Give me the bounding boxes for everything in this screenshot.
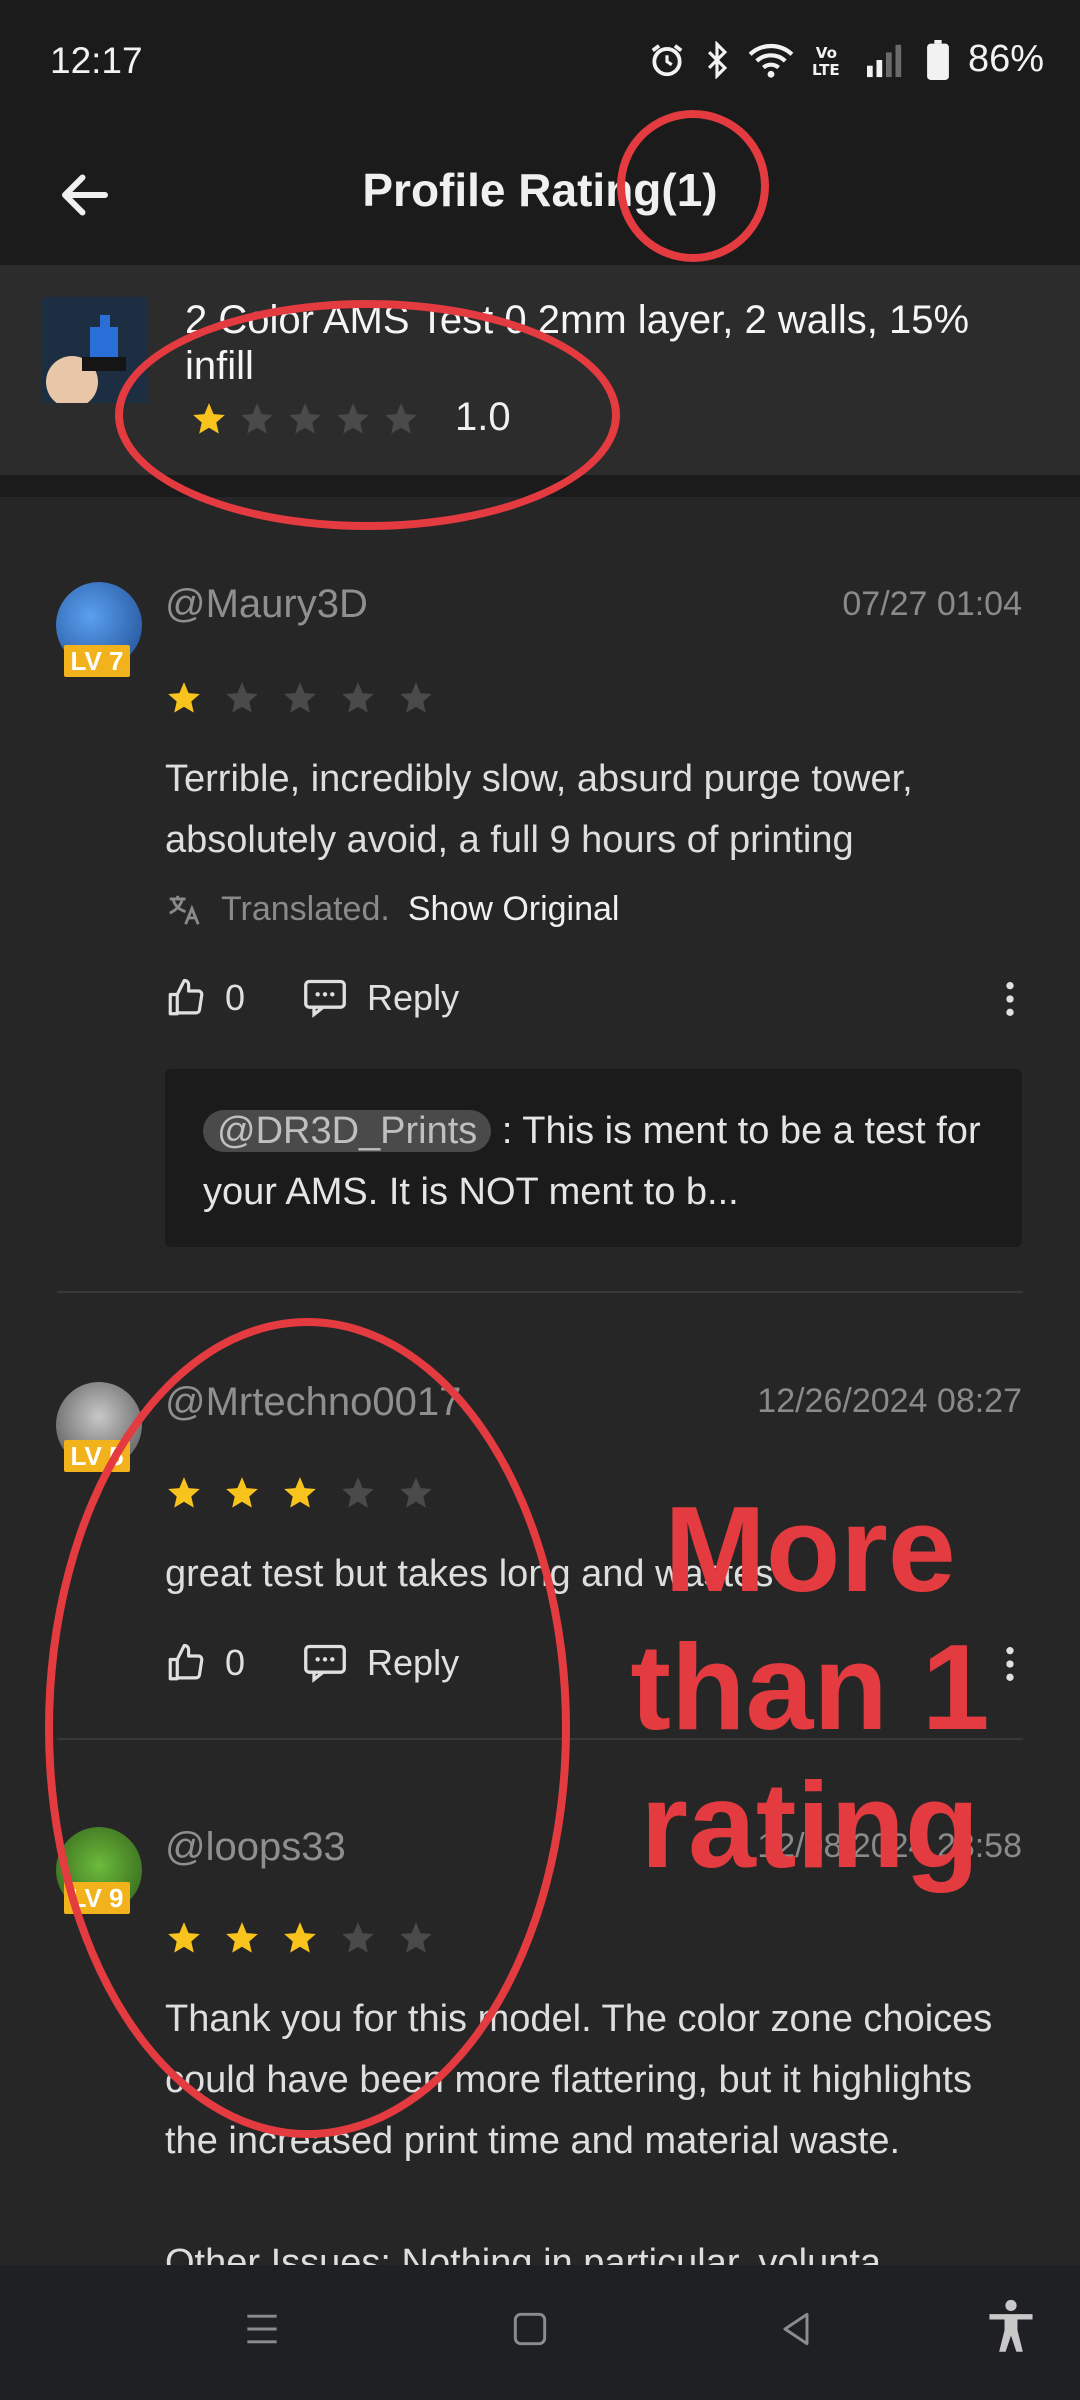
more-vertical-icon xyxy=(1006,982,1014,1016)
svg-text:LTE: LTE xyxy=(812,61,840,79)
wifi-icon xyxy=(748,43,794,78)
star-empty-icon xyxy=(226,682,258,713)
alarm-icon xyxy=(651,43,683,76)
volte-icon: VoLTE xyxy=(812,44,840,79)
triangle-back-icon xyxy=(783,2312,809,2346)
star-empty-icon xyxy=(342,682,374,713)
like-button[interactable]: 0 xyxy=(165,977,245,1019)
translated-label: Translated. xyxy=(221,890,390,928)
signal-icon xyxy=(866,44,902,77)
level-badge: LV 7 xyxy=(64,645,130,677)
star-empty-icon xyxy=(400,682,432,713)
reply-preview[interactable]: @DR3D_Prints : This is ment to be a test… xyxy=(165,1069,1022,1247)
translation-row: Translated. Show Original xyxy=(165,890,619,929)
system-nav-bar xyxy=(0,2265,1080,2400)
reply-button[interactable]: Reply xyxy=(303,977,459,1019)
page-title: Profile Rating(1) xyxy=(362,164,718,216)
reply-preview-text: @DR3D_Prints : This is ment to be a test… xyxy=(203,1101,993,1223)
reply-mention[interactable]: @DR3D_Prints xyxy=(203,1110,492,1152)
review-separator xyxy=(57,1291,1023,1293)
annotation-ellipse-model-rating xyxy=(115,300,620,530)
bluetooth-icon xyxy=(707,40,728,79)
review-text: Terrible, incredibly slow, absurd purge … xyxy=(165,758,913,861)
square-icon xyxy=(513,2312,547,2346)
like-count: 0 xyxy=(225,977,246,1018)
battery-percent: 86% xyxy=(967,38,1044,80)
menu-lines-icon xyxy=(247,2314,277,2344)
review-actions: 0 Reply xyxy=(165,977,459,1019)
status-icons: Vo LTE 86% xyxy=(648,38,1044,81)
status-time: 12:17 xyxy=(50,40,143,81)
reply-label: Reply xyxy=(367,977,460,1018)
annotation-circle-title-count xyxy=(617,110,769,262)
status-bar: 12:17 Vo LTE 86% xyxy=(0,0,1080,125)
review-text-continued: Other Issues: Nothing in particular, vol… xyxy=(165,2242,882,2265)
back-nav-button[interactable] xyxy=(774,2307,818,2356)
battery-icon xyxy=(927,39,949,80)
comment-icon xyxy=(304,979,346,1018)
star-filled-icon xyxy=(168,682,200,713)
recent-apps-button[interactable] xyxy=(240,2307,284,2356)
annotation-ellipse-reviews xyxy=(45,1318,570,2138)
app-bar: Profile Rating(1) xyxy=(0,125,1080,265)
home-button[interactable] xyxy=(508,2307,552,2356)
thumbs-up-icon xyxy=(168,978,204,1016)
accessibility-button[interactable] xyxy=(985,2299,1037,2360)
username[interactable]: @Maury3D xyxy=(165,582,368,627)
review-date: 07/27 01:04 xyxy=(842,585,1022,623)
review-rating-stars xyxy=(165,679,435,717)
review-date: 12/26/2024 08:27 xyxy=(757,1382,1022,1420)
star-empty-icon xyxy=(284,682,316,713)
more-options-button[interactable] xyxy=(1000,979,1020,1024)
show-original-link[interactable]: Show Original xyxy=(408,890,620,929)
translate-icon xyxy=(169,895,200,925)
accessibility-icon xyxy=(989,2299,1033,2352)
annotation-text: More than 1 rating xyxy=(630,1481,990,1893)
svg-text:Vo: Vo xyxy=(816,44,837,62)
